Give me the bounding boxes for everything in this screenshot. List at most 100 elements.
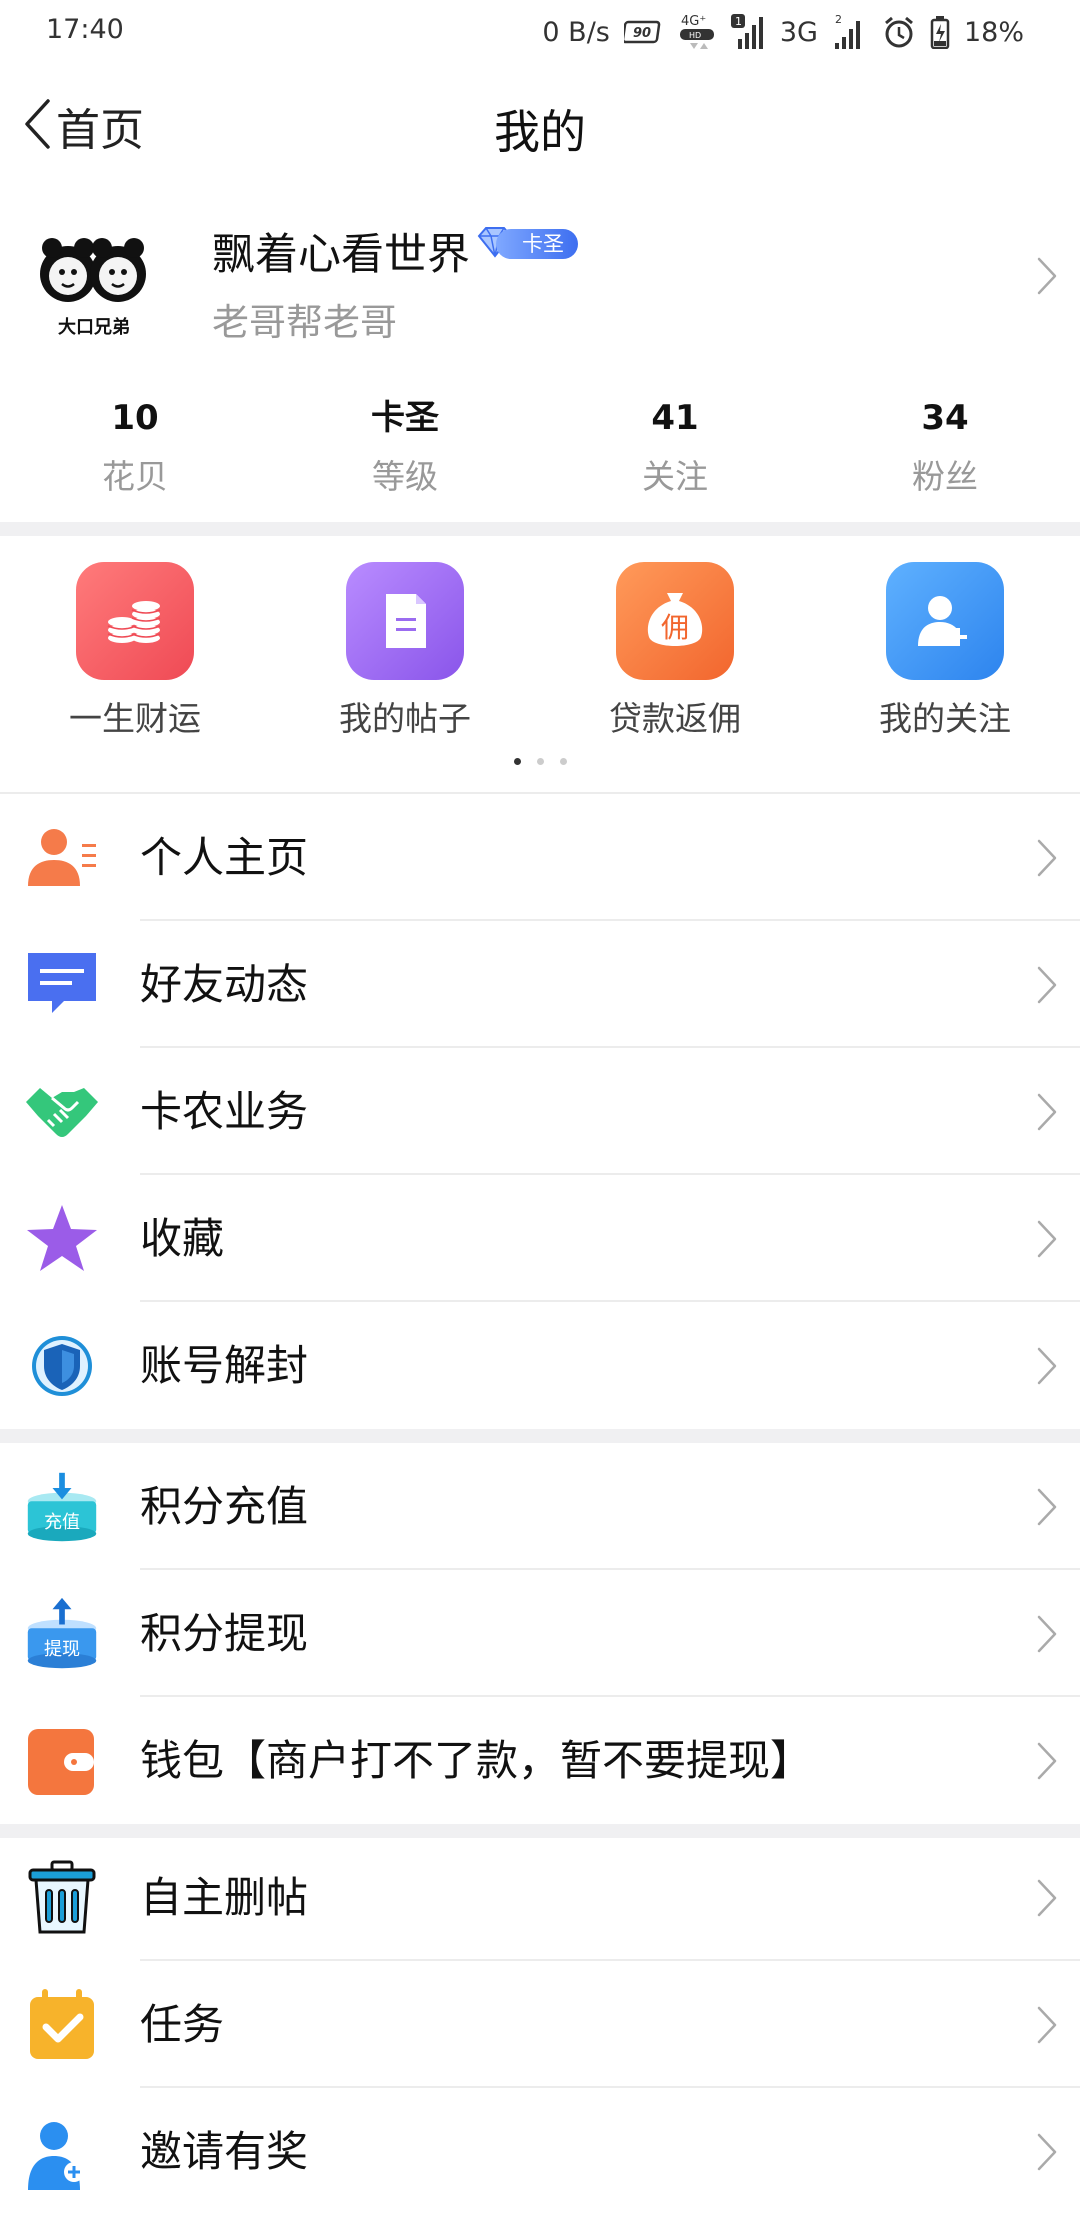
menu-label: 个人主页 bbox=[140, 833, 309, 882]
chevron-right-icon bbox=[1036, 2005, 1058, 2049]
svg-text:90: 90 bbox=[633, 26, 651, 41]
section-divider bbox=[0, 522, 1080, 536]
menu-item-friend-feed[interactable]: 好友动态 bbox=[0, 921, 1080, 1048]
quick-label: 我的帖子 bbox=[339, 699, 471, 738]
chevron-right-icon bbox=[1036, 1741, 1058, 1785]
invite-icon bbox=[24, 2114, 100, 2190]
profile-card[interactable]: 大口兄弟 飘着心看世界 卡圣 老哥帮老哥 bbox=[0, 198, 1080, 368]
page-indicator bbox=[0, 758, 1080, 765]
menu-label: 任务 bbox=[140, 2000, 225, 2049]
stat-label: 花贝 bbox=[102, 457, 168, 496]
menu-label: 积分提现 bbox=[140, 1609, 309, 1658]
chevron-right-icon bbox=[1036, 1614, 1058, 1658]
menu-label: 邀请有奖 bbox=[140, 2127, 309, 2176]
stat-value: 34 bbox=[921, 398, 969, 438]
menu-label: 积分充值 bbox=[140, 1482, 309, 1531]
stat-points[interactable]: 10 花贝 bbox=[0, 396, 270, 506]
wallet-icon bbox=[24, 1723, 100, 1799]
quick-label: 一生财运 bbox=[69, 699, 201, 738]
menu-item-tasks[interactable]: 任务 bbox=[0, 1961, 1080, 2088]
net-speed: 0 B/s bbox=[542, 16, 610, 48]
stat-label: 关注 bbox=[642, 457, 708, 496]
quick-label: 贷款返佣 bbox=[609, 699, 741, 738]
recharge-badge: 充值 bbox=[44, 1512, 80, 1533]
money-bag-icon: 佣 bbox=[616, 562, 734, 680]
stat-label: 等级 bbox=[372, 457, 438, 496]
menu-group-wallet: 充值 积分充值 提现 积分提现 钱包【商户打不了款，暂不要提现】 bbox=[0, 1443, 1080, 1824]
stat-fans[interactable]: 34 粉丝 bbox=[810, 396, 1080, 506]
coins-icon bbox=[76, 562, 194, 680]
vip-badge: 卡圣 bbox=[476, 226, 578, 262]
menu-item-delete-posts[interactable]: 自主删帖 bbox=[0, 1834, 1080, 1961]
avatar[interactable]: 大口兄弟 bbox=[22, 214, 162, 354]
chevron-right-icon bbox=[1036, 2132, 1058, 2176]
menu-label: 钱包【商户打不了款，暂不要提现】 bbox=[140, 1736, 813, 1785]
chevron-right-icon bbox=[1036, 1346, 1058, 1390]
vip-level-label: 卡圣 bbox=[496, 229, 578, 259]
svg-text:1: 1 bbox=[735, 15, 742, 28]
chevron-right-icon bbox=[1036, 838, 1058, 882]
chevron-right-icon bbox=[1036, 1219, 1058, 1263]
page-title: 我的 bbox=[494, 105, 586, 159]
chevron-right-icon bbox=[1036, 1878, 1058, 1922]
withdraw-icon: 提现 bbox=[24, 1596, 100, 1672]
refresh-rate-icon: 90 bbox=[623, 18, 664, 46]
money-bag-glyph: 佣 bbox=[661, 611, 689, 644]
withdraw-badge: 提现 bbox=[44, 1639, 80, 1660]
status-icons: 0 B/s 90 4G⁺ HD 1 3G 2 18% bbox=[542, 10, 1024, 54]
stat-value: 41 bbox=[651, 398, 699, 438]
menu-label: 好友动态 bbox=[140, 960, 309, 1009]
menu-item-account-unban[interactable]: 账号解封 bbox=[0, 1302, 1080, 1429]
page-dot-active bbox=[513, 758, 521, 765]
stats-row: 10 花贝 卡圣 等级 41 关注 34 粉丝 bbox=[0, 396, 1080, 506]
menu-item-kanong-business[interactable]: 卡农业务 bbox=[0, 1048, 1080, 1175]
signal-icon: 1 bbox=[730, 13, 766, 51]
quick-loan-rebate[interactable]: 佣 贷款返佣 bbox=[540, 562, 810, 740]
section-divider bbox=[0, 1429, 1080, 1443]
menu-item-invite-reward[interactable]: 邀请有奖 bbox=[0, 2088, 1080, 2215]
stat-value: 卡圣 bbox=[371, 398, 439, 438]
svg-text:HD: HD bbox=[689, 31, 701, 40]
stat-level[interactable]: 卡圣 等级 bbox=[270, 396, 540, 506]
svg-text:大口兄弟: 大口兄弟 bbox=[58, 316, 130, 338]
menu-item-points-withdraw[interactable]: 提现 积分提现 bbox=[0, 1570, 1080, 1697]
header: 首页 我的 bbox=[0, 64, 1080, 188]
quick-my-posts[interactable]: 我的帖子 bbox=[270, 562, 540, 740]
status-time: 17:40 bbox=[46, 14, 124, 45]
quick-my-following[interactable]: 我的关注 bbox=[810, 562, 1080, 740]
person-card-icon bbox=[24, 820, 100, 896]
chevron-right-icon bbox=[1036, 1487, 1058, 1531]
menu-label: 收藏 bbox=[140, 1214, 225, 1263]
star-icon bbox=[24, 1201, 100, 1277]
add-user-icon bbox=[886, 562, 1004, 680]
page-dot bbox=[559, 758, 567, 765]
task-calendar-icon bbox=[24, 1987, 100, 2063]
svg-text:2: 2 bbox=[835, 13, 842, 26]
battery-level: 18% bbox=[963, 16, 1024, 48]
alarm-icon bbox=[882, 15, 916, 49]
stat-following[interactable]: 41 关注 bbox=[540, 396, 810, 506]
svg-text:4G⁺: 4G⁺ bbox=[681, 14, 706, 29]
menu-group-profile: 个人主页 好友动态 卡农业务 收藏 账号解封 bbox=[0, 794, 1080, 1429]
stat-label: 粉丝 bbox=[912, 457, 978, 496]
signal-icon: 2 bbox=[832, 13, 868, 51]
menu-item-points-recharge[interactable]: 充值 积分充值 bbox=[0, 1443, 1080, 1570]
menu-item-wallet[interactable]: 钱包【商户打不了款，暂不要提现】 bbox=[0, 1697, 1080, 1824]
page-dot bbox=[536, 758, 544, 765]
document-icon bbox=[346, 562, 464, 680]
menu-label: 卡农业务 bbox=[140, 1087, 309, 1136]
menu-item-favorites[interactable]: 收藏 bbox=[0, 1175, 1080, 1302]
chevron-right-icon bbox=[1036, 256, 1058, 300]
volte-icon: 4G⁺ HD bbox=[678, 12, 716, 52]
menu-item-homepage[interactable]: 个人主页 bbox=[0, 794, 1080, 921]
menu-group-tools: 自主删帖 任务 邀请有奖 bbox=[0, 1834, 1080, 2215]
quick-actions: 一生财运 我的帖子 佣 贷款返佣 我的关注 bbox=[0, 536, 1080, 792]
quick-fortune[interactable]: 一生财运 bbox=[0, 562, 270, 740]
recharge-icon: 充值 bbox=[24, 1469, 100, 1545]
chat-bubble-icon bbox=[24, 947, 100, 1023]
status-bar: 17:40 0 B/s 90 4G⁺ HD 1 3G 2 18% bbox=[0, 0, 1080, 64]
stat-value: 10 bbox=[111, 398, 159, 438]
menu-label: 自主删帖 bbox=[140, 1873, 309, 1922]
battery-icon bbox=[930, 15, 950, 49]
chevron-right-icon bbox=[1036, 1092, 1058, 1136]
